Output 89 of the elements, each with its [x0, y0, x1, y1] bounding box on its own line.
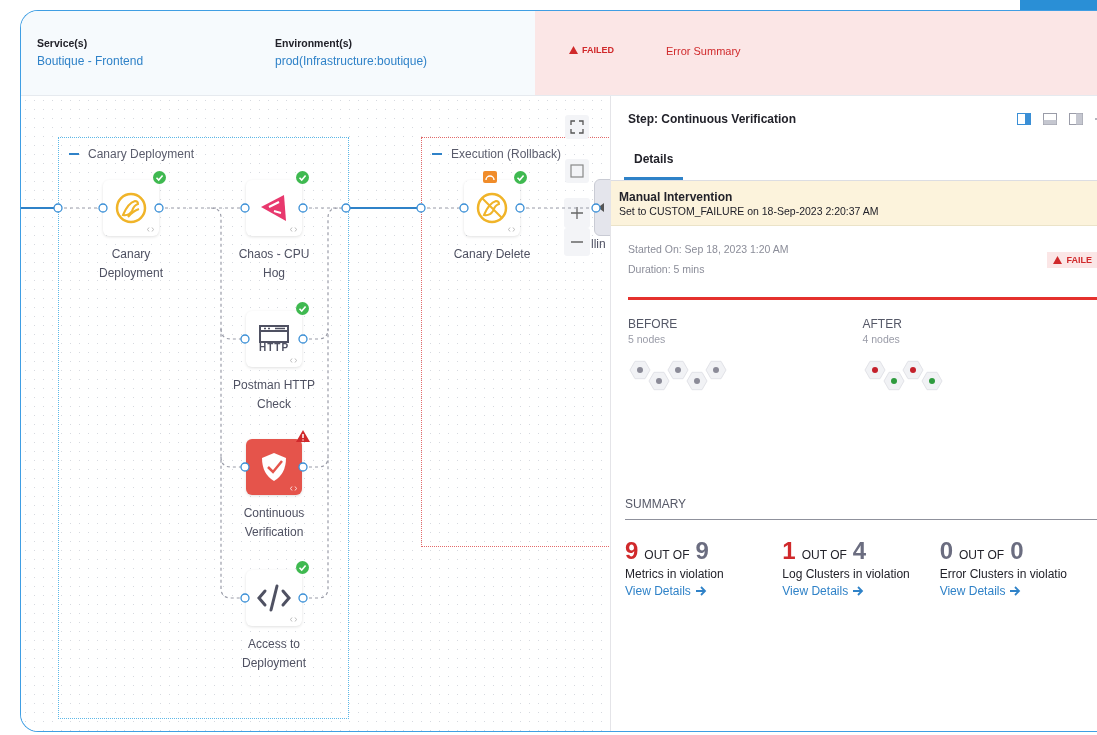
- connector-port: [298, 462, 308, 472]
- float-panel-icon: [1069, 112, 1083, 125]
- dock-bottom-icon: [1043, 112, 1057, 125]
- node-count: 5 nodes: [628, 333, 667, 345]
- connector-port: [341, 203, 351, 213]
- fit-screen-button[interactable]: [565, 115, 589, 139]
- step-label: llin: [591, 237, 606, 251]
- view-details-link[interactable]: View Details: [625, 584, 707, 598]
- step-label: Postman HTTP Check: [232, 377, 316, 413]
- connector-port: [98, 203, 108, 213]
- browser-window-icon: [259, 325, 289, 343]
- plus-icon: [570, 206, 584, 220]
- step-label: Access to Deployment: [241, 636, 307, 672]
- select-area-button[interactable]: [565, 159, 589, 183]
- stat-label: Log Clusters in violation: [782, 567, 911, 581]
- stat-label: Metrics in violation: [625, 567, 725, 581]
- total-count: 4: [852, 538, 867, 564]
- arrow-right-icon: [695, 586, 707, 596]
- step-label: Chaos - CPU Hog: [237, 246, 311, 282]
- connector-port: [240, 462, 250, 472]
- code-mark-icon: [290, 227, 297, 232]
- environment-value: prod(Infrastructure:boutique): [275, 54, 428, 68]
- connector-port: [416, 203, 426, 213]
- step-node[interactable]: [464, 180, 520, 236]
- summary-heading: SUMMARY: [625, 497, 1097, 520]
- node-group-label: AFTER: [862, 317, 903, 331]
- zoom-out-button[interactable]: [564, 228, 590, 256]
- out-of-text: OUT OF: [959, 548, 1005, 562]
- banner-title: Manual Intervention: [619, 190, 734, 204]
- arrow-right-icon: [853, 586, 865, 596]
- status-label: FAILED: [569, 45, 614, 55]
- connector-port: [591, 203, 601, 213]
- violation-count: 9: [625, 538, 639, 564]
- status-badge: FAILE: [1047, 252, 1097, 268]
- field-label: Service(s): [37, 37, 88, 49]
- connector-port: [298, 203, 308, 213]
- code-mark-icon: [147, 227, 154, 232]
- connector-port: [240, 334, 250, 344]
- total-count: 9: [695, 538, 709, 564]
- code-mark-icon: [290, 486, 297, 491]
- step-node[interactable]: [246, 439, 302, 495]
- stage-title: Execution (Rollback): [451, 147, 562, 161]
- out-of-text: OUT OF: [644, 548, 690, 562]
- error-summary-link[interactable]: Error Summary: [666, 45, 741, 57]
- step-node[interactable]: [246, 570, 302, 626]
- zoom-in-button[interactable]: [564, 198, 590, 228]
- started-on-text: Started On: Sep 18, 2023 1:20 AM: [628, 243, 790, 255]
- code-mark-icon: [290, 617, 297, 622]
- duration-text: Duration: 5 mins: [628, 263, 706, 275]
- warning-icon: [1053, 256, 1063, 264]
- dock-right-icon: [1017, 112, 1031, 125]
- connector-port: [240, 593, 250, 603]
- view-details-link[interactable]: View Details: [782, 584, 865, 598]
- node-group-label: BEFORE: [628, 317, 679, 331]
- stage-title: Canary Deployment: [88, 147, 195, 161]
- panel-title: Step: Continuous Verification: [628, 111, 797, 126]
- service-value[interactable]: Boutique - Frontend: [37, 54, 144, 68]
- total-count: 0: [1010, 538, 1024, 564]
- step-label: Canary Deployment: [98, 246, 164, 282]
- connector-port: [515, 203, 525, 213]
- out-of-text: OUT OF: [801, 548, 847, 562]
- http-icon-text: HTTP: [258, 343, 290, 353]
- node-count: 4 nodes: [862, 333, 901, 345]
- arrow-right-icon: [1010, 586, 1022, 596]
- connector-port: [154, 203, 164, 213]
- step-node[interactable]: [103, 180, 159, 236]
- step-label: Continuous Verification: [242, 505, 306, 541]
- connector-port: [459, 203, 469, 213]
- connector-port: [53, 203, 63, 213]
- code-mark-icon: [290, 358, 297, 363]
- warning-icon: [569, 46, 578, 54]
- banner-text: Set to CUSTOM_FAILURE on 18-Sep-2023 2:20:37 AM: [619, 205, 880, 217]
- square-icon: [570, 164, 584, 178]
- step-node[interactable]: [246, 180, 302, 236]
- connector-port: [240, 203, 250, 213]
- violation-count: 1: [782, 538, 796, 564]
- view-details-link[interactable]: View Details: [939, 584, 1022, 598]
- fullscreen-icon: [570, 120, 584, 134]
- field-label: Environment(s): [275, 37, 352, 49]
- connector-port: [298, 593, 308, 603]
- crossed-bird-icon: [475, 191, 509, 225]
- violation-count: 0: [939, 538, 953, 564]
- code-icon: [256, 583, 292, 613]
- connector-port: [298, 334, 308, 344]
- code-mark-icon: [508, 227, 515, 232]
- stat-label: Error Clusters in violatio: [939, 567, 1069, 581]
- step-label: Canary Delete: [452, 246, 532, 263]
- bird-icon: [114, 191, 148, 225]
- step-node[interactable]: HTTP: [246, 311, 302, 367]
